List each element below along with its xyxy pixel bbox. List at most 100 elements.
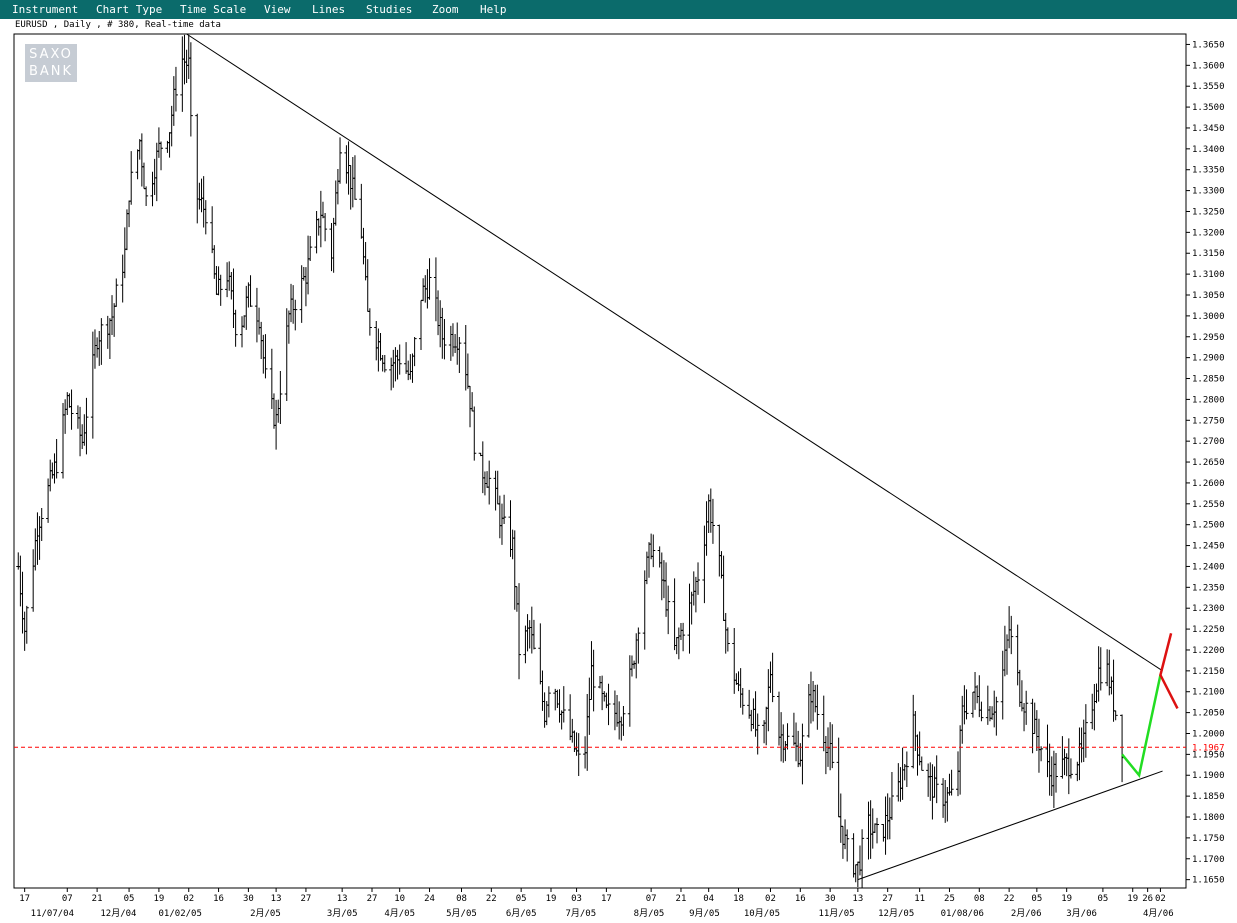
ohlc-bar bbox=[913, 711, 918, 752]
x-month-label: 2月/05 bbox=[250, 908, 281, 919]
ohlc-bar bbox=[755, 713, 760, 755]
ohlc-bar bbox=[50, 462, 55, 479]
ohlc-bar bbox=[82, 414, 87, 446]
ohlc-bar bbox=[497, 495, 502, 539]
ohlc-bar bbox=[114, 278, 119, 307]
ohlc-bar bbox=[644, 551, 649, 585]
y-tick-label: 1.2500 bbox=[1192, 521, 1225, 531]
ohlc-bar bbox=[129, 151, 134, 205]
x-day-label: 26 bbox=[1142, 894, 1153, 904]
ohlc-bar bbox=[54, 438, 59, 479]
ohlc-bar bbox=[48, 459, 53, 492]
ohlc-bar bbox=[393, 347, 398, 382]
ohlc-bar bbox=[796, 730, 801, 768]
x-day-label: 11 bbox=[914, 894, 925, 904]
ohlc-bar bbox=[911, 694, 916, 769]
saxo-bank-logo: SAXO BANK bbox=[25, 44, 77, 82]
ohlc-bar bbox=[1107, 649, 1112, 696]
ohlc-bar bbox=[139, 133, 144, 187]
ohlc-bar bbox=[1060, 736, 1065, 779]
ohlc-bar bbox=[90, 331, 95, 439]
ohlc-bar bbox=[704, 501, 709, 556]
y-tick-label: 1.2200 bbox=[1192, 646, 1225, 656]
y-tick-label: 1.1850 bbox=[1192, 792, 1225, 802]
ohlc-bar bbox=[1064, 753, 1069, 777]
ohlc-bar bbox=[107, 318, 112, 360]
x-day-label: 13 bbox=[852, 894, 863, 904]
x-month-label: 12月/04 bbox=[100, 908, 136, 919]
ohlc-bar bbox=[493, 470, 498, 511]
ohlc-bar bbox=[320, 201, 325, 219]
ohlc-bar bbox=[855, 861, 860, 887]
y-tick-label: 1.1700 bbox=[1192, 855, 1225, 865]
price-chart[interactable]: 1.3650 1.3600 1.3550 1.3500 1.3450 1.3400 1.33… bbox=[0, 0, 1237, 923]
ohlc-bar bbox=[764, 706, 769, 746]
ohlc-bar bbox=[31, 549, 36, 612]
x-day-label: 27 bbox=[367, 894, 378, 904]
ohlc-bar bbox=[725, 627, 730, 652]
ohlc-bar bbox=[517, 583, 522, 680]
ohlc-bar bbox=[557, 689, 562, 723]
ohlc-bar bbox=[751, 698, 756, 729]
ohlc-bar bbox=[261, 334, 266, 374]
ohlc-bar bbox=[1111, 659, 1116, 722]
y-tick-label: 1.1800 bbox=[1192, 813, 1225, 823]
ohlc-bar bbox=[293, 299, 298, 331]
ohlc-bar bbox=[600, 675, 605, 711]
ohlc-bar bbox=[105, 315, 110, 349]
x-day-label: 21 bbox=[676, 894, 687, 904]
ohlc-bar bbox=[210, 206, 215, 254]
ohlc-bar bbox=[95, 337, 100, 358]
x-month-label: 10月/05 bbox=[744, 908, 780, 919]
x-day-label: 16 bbox=[795, 894, 806, 904]
ohlc-bar bbox=[378, 332, 383, 361]
ohlc-bar bbox=[465, 353, 470, 389]
ohlc-bar bbox=[531, 619, 536, 650]
x-month-label: 5月/05 bbox=[446, 908, 477, 919]
ohlc-bar bbox=[576, 733, 581, 776]
ohlc-bar bbox=[791, 712, 796, 746]
y-tick-label: 1.2350 bbox=[1192, 583, 1225, 593]
ohlc-bar bbox=[732, 628, 737, 694]
ohlc-bar bbox=[395, 349, 400, 380]
ohlc-bar bbox=[442, 318, 447, 360]
ohlc-bar bbox=[365, 259, 370, 312]
ohlc-bar bbox=[636, 627, 641, 664]
green-projection-line bbox=[1121, 674, 1162, 779]
ohlc-bar bbox=[124, 209, 129, 251]
ohlc-bar bbox=[651, 534, 656, 568]
x-day-label: 02 bbox=[765, 894, 776, 904]
y-tick-label: 1.3600 bbox=[1192, 61, 1225, 71]
ohlc-bar bbox=[323, 213, 328, 242]
ohlc-bar bbox=[225, 262, 230, 298]
ohlc-bar bbox=[35, 512, 40, 565]
y-tick-label: 1.2250 bbox=[1192, 625, 1225, 635]
ohlc-bar bbox=[866, 801, 871, 860]
ohlc-bar bbox=[92, 329, 97, 369]
x-month-label: 9月/05 bbox=[689, 908, 720, 919]
ohlc-bar bbox=[1068, 758, 1073, 779]
ohlc-bar bbox=[770, 652, 775, 703]
x-day-label: 13 bbox=[271, 894, 282, 904]
ohlc-bar bbox=[570, 718, 575, 743]
ohlc-bar bbox=[574, 732, 579, 756]
ohlc-bar bbox=[538, 623, 543, 685]
ohlc-bar bbox=[110, 295, 115, 336]
ohlc-bar bbox=[1120, 714, 1125, 783]
ohlc-bar bbox=[860, 829, 865, 889]
x-day-label: 08 bbox=[974, 894, 985, 904]
x-month-label: 4月/05 bbox=[384, 908, 415, 919]
ohlc-bar bbox=[527, 620, 532, 649]
ohlc-bar bbox=[1024, 690, 1029, 725]
ohlc-bar bbox=[994, 696, 999, 736]
ohlc-bar bbox=[233, 309, 238, 347]
ohlc-bar bbox=[970, 691, 975, 718]
x-month-label: 4月/06 bbox=[1143, 908, 1174, 919]
x-day-label: 08 bbox=[456, 894, 467, 904]
ohlc-bar bbox=[1049, 756, 1054, 797]
y-tick-label: 1.3300 bbox=[1192, 187, 1225, 197]
ohlc-bar bbox=[472, 406, 477, 461]
y-tick-label: 1.2450 bbox=[1192, 542, 1225, 552]
y-tick-label: 1.2300 bbox=[1192, 604, 1225, 614]
ohlc-bar bbox=[977, 675, 982, 718]
